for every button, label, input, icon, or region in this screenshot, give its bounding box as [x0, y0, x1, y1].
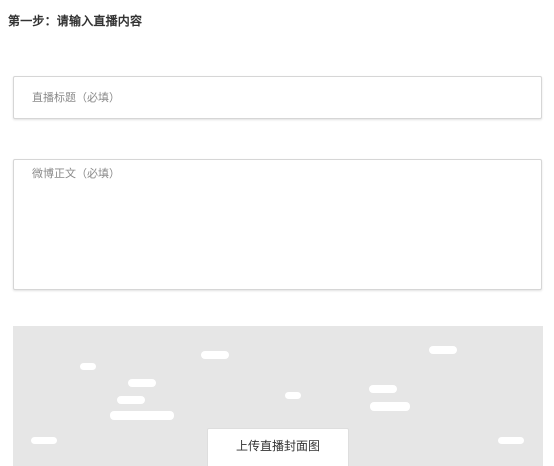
- cloud-shape: [31, 437, 57, 444]
- weibo-body-textarea[interactable]: [13, 159, 542, 290]
- cloud-shape: [80, 363, 96, 370]
- cloud-shape: [369, 385, 397, 393]
- page-title: 第一步：请输入直播内容: [8, 14, 143, 28]
- cloud-shape: [498, 437, 524, 444]
- cloud-shape: [370, 402, 410, 411]
- cloud-shape: [429, 346, 457, 354]
- upload-cover-button[interactable]: 上传直播封面图: [207, 428, 349, 466]
- cloud-shape: [285, 392, 301, 399]
- cloud-shape: [117, 396, 145, 404]
- cloud-shape: [128, 379, 156, 387]
- cloud-shape: [201, 351, 229, 359]
- cloud-shape: [110, 411, 174, 420]
- cover-image-upload-area[interactable]: 上传直播封面图: [13, 326, 543, 466]
- live-title-input[interactable]: [13, 76, 542, 119]
